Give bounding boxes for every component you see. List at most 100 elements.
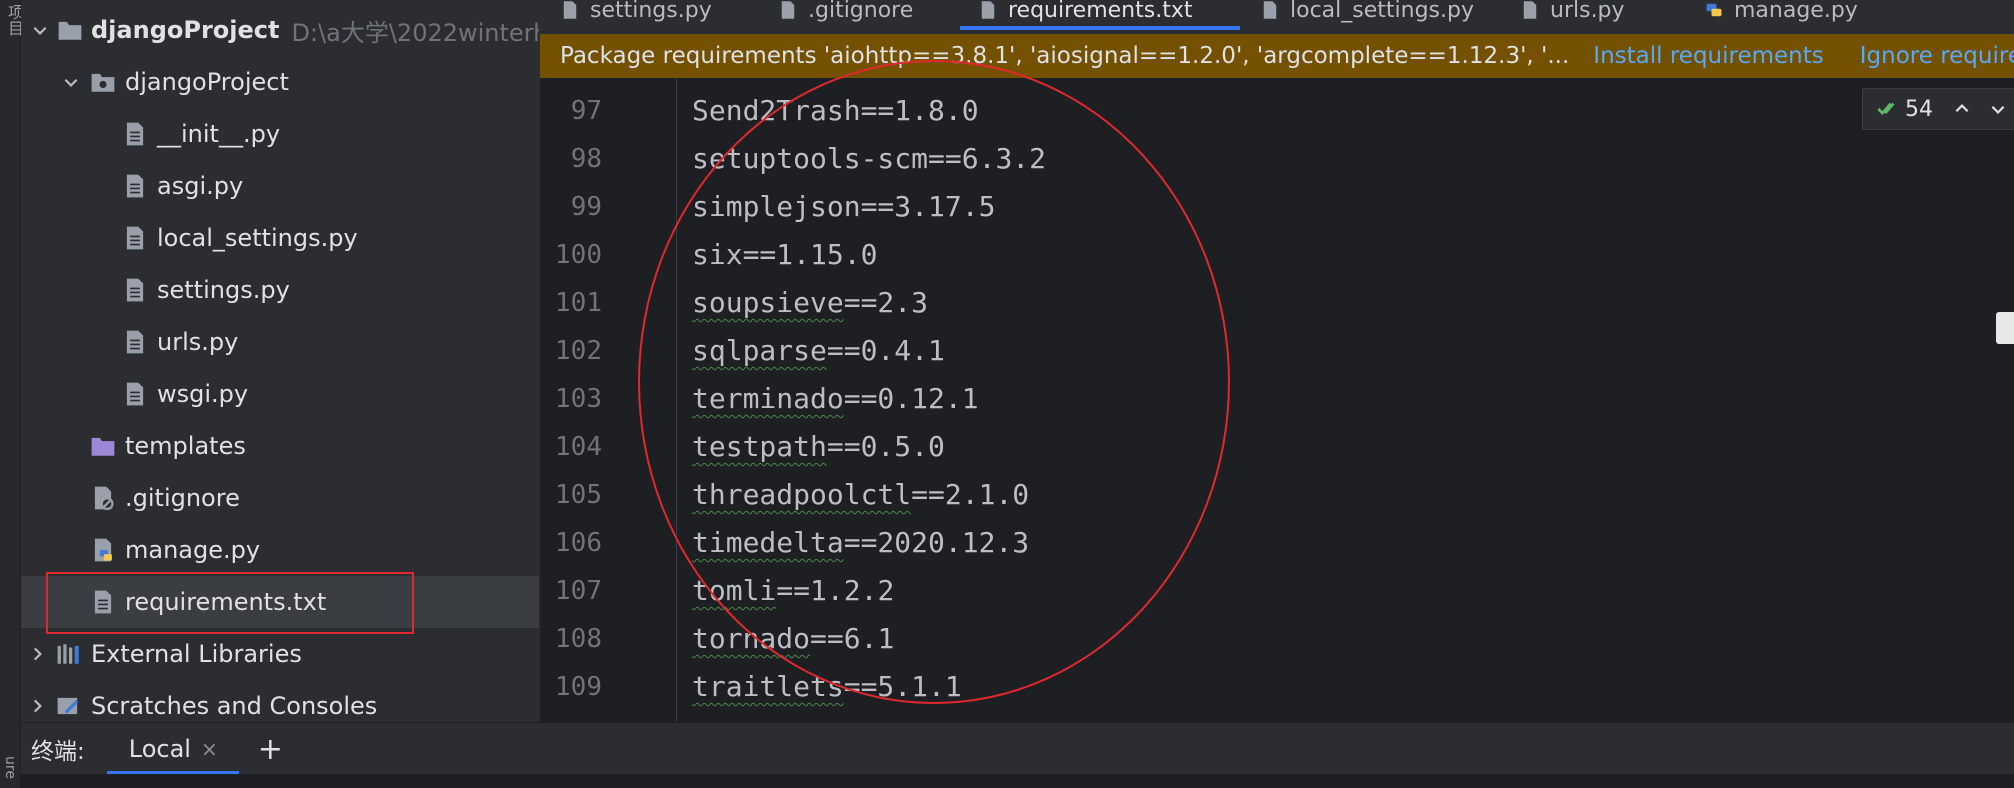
line-number: 100 — [555, 240, 602, 270]
line-number: 107 — [555, 576, 602, 606]
package-version: ==1.8.0 — [860, 94, 979, 127]
scratches-icon — [55, 692, 83, 720]
line-number: 99 — [570, 192, 602, 222]
tree-node-label: __init__.py — [157, 120, 281, 148]
template-folder-icon — [89, 432, 117, 460]
file-icon — [121, 224, 149, 252]
chevron-up-icon[interactable] — [1953, 100, 1971, 118]
chevron-down-icon[interactable] — [31, 20, 49, 40]
tab-gitignore[interactable]: .gitignore — [778, 0, 913, 34]
gitignore-file-icon — [89, 484, 117, 512]
package-version: ==6.3.2 — [928, 142, 1047, 175]
chevron-right-icon[interactable] — [27, 644, 47, 664]
tree-node-file[interactable]: urls.py — [21, 316, 539, 368]
tree-node-label: local_settings.py — [157, 224, 358, 252]
file-icon — [1520, 0, 1540, 20]
tree-node-file[interactable]: manage.py — [21, 524, 539, 576]
chevron-down-icon[interactable] — [61, 72, 81, 92]
highlight-annotation-rect — [46, 572, 414, 634]
project-panel: djangoProject D:\a大学\2022winterho django… — [21, 0, 539, 722]
chevron-down-icon[interactable] — [1989, 100, 2007, 118]
tree-node-label: Scratches and Consoles — [91, 692, 378, 720]
tab-manage[interactable]: manage.py — [1704, 0, 1858, 34]
code-line[interactable]: tornado==6.1 — [692, 622, 894, 655]
tab-urls[interactable]: urls.py — [1520, 0, 1625, 34]
editor-side-marker[interactable] — [1996, 312, 2014, 344]
tree-node-label: urls.py — [157, 328, 239, 356]
code-line[interactable]: traitlets==5.1.1 — [692, 670, 962, 703]
close-icon[interactable]: × — [201, 737, 218, 761]
code-line[interactable]: sqlparse==0.4.1 — [692, 334, 945, 367]
file-icon — [121, 276, 149, 304]
double-check-icon — [1877, 102, 1895, 116]
python-file-icon — [89, 536, 117, 564]
tree-node-file[interactable]: .gitignore — [21, 472, 539, 524]
code-line[interactable]: soupsieve==2.3 — [692, 286, 928, 319]
package-version: ==0.5.0 — [826, 430, 945, 463]
package-version: ==6.1 — [810, 622, 895, 655]
line-number: 104 — [555, 432, 602, 462]
python-file-icon — [1704, 0, 1724, 20]
tool-window-strip: 项目 ure — [0, 0, 24, 788]
package-name: threadpoolctl — [692, 478, 912, 511]
package-name: simplejson — [692, 190, 861, 223]
line-number: 109 — [555, 672, 602, 702]
tree-node-file[interactable]: local_settings.py — [21, 212, 539, 264]
code-line[interactable]: terminado==0.12.1 — [692, 382, 979, 415]
tree-node-project-root[interactable]: djangoProject D:\a大学\2022winterho — [21, 4, 539, 56]
package-name: six — [692, 238, 743, 271]
inspection-widget[interactable]: 54 — [1862, 88, 2014, 130]
inspection-count: 54 — [1905, 96, 1933, 122]
ignore-requirements-link[interactable]: Ignore requirement — [1860, 43, 2014, 69]
code-line[interactable]: timedelta==2020.12.3 — [692, 526, 1029, 559]
package-name: terminado — [692, 382, 844, 415]
tree-node-label: manage.py — [125, 536, 261, 564]
tree-node-file[interactable]: asgi.py — [21, 160, 539, 212]
tree-node-file[interactable]: __init__.py — [21, 108, 539, 160]
banner-message: Package requirements 'aiohttp==3.8.1', '… — [560, 43, 1570, 69]
tree-node-label: asgi.py — [157, 172, 244, 200]
gitignore-file-icon — [778, 0, 798, 20]
tree-node-external-libraries[interactable]: External Libraries — [21, 628, 539, 680]
tab-label: requirements.txt — [1008, 0, 1193, 23]
code-line[interactable]: Send2Trash==1.8.0 — [692, 94, 979, 127]
tab-label: manage.py — [1734, 0, 1858, 23]
code-line[interactable]: testpath==0.5.0 — [692, 430, 945, 463]
package-folder-icon — [89, 68, 117, 96]
terminal-tab-bar: 终端: Local × + — [21, 722, 2014, 775]
code-line[interactable]: threadpoolctl==2.1.0 — [692, 478, 1029, 511]
file-icon — [121, 172, 149, 200]
terminal-output[interactable] — [21, 774, 2014, 788]
code-line[interactable]: six==1.15.0 — [692, 238, 877, 271]
code-line[interactable]: simplejson==3.17.5 — [692, 190, 995, 223]
new-terminal-button[interactable]: + — [258, 732, 283, 767]
line-number: 103 — [555, 384, 602, 414]
package-version: ==2020.12.3 — [843, 526, 1030, 559]
chevron-right-icon[interactable] — [27, 696, 47, 716]
package-version: ==3.17.5 — [860, 190, 996, 223]
file-icon — [560, 0, 580, 20]
editor-tab-bar: settings.py .gitignore requirements.txt … — [540, 0, 2014, 35]
tree-node-file[interactable]: wsgi.py — [21, 368, 539, 420]
structure-tool-label[interactable]: ure — [2, 756, 18, 779]
text-file-icon — [978, 0, 998, 20]
package-name: testpath — [692, 430, 827, 463]
tree-node-scratches[interactable]: Scratches and Consoles — [21, 680, 539, 722]
tree-node-folder[interactable]: templates — [21, 420, 539, 472]
line-number: 101 — [555, 288, 602, 318]
tree-node-file[interactable]: settings.py — [21, 264, 539, 316]
tree-node-label: djangoProject — [91, 16, 280, 44]
install-requirements-link[interactable]: Install requirements — [1593, 43, 1823, 69]
line-number: 98 — [570, 144, 602, 174]
tab-local-settings[interactable]: local_settings.py — [1260, 0, 1474, 34]
package-version: ==2.1.0 — [911, 478, 1030, 511]
package-version: ==1.15.0 — [742, 238, 878, 271]
tab-label: local_settings.py — [1290, 0, 1474, 23]
tab-terminal-local[interactable]: Local × — [106, 723, 239, 775]
code-line[interactable]: tomli==1.2.2 — [692, 574, 894, 607]
tab-settings[interactable]: settings.py — [560, 0, 712, 34]
tree-node-package[interactable]: djangoProject — [21, 56, 539, 108]
code-line[interactable]: setuptools-scm==6.3.2 — [692, 142, 1046, 175]
tree-node-label: wsgi.py — [157, 380, 249, 408]
tab-label: settings.py — [590, 0, 712, 23]
